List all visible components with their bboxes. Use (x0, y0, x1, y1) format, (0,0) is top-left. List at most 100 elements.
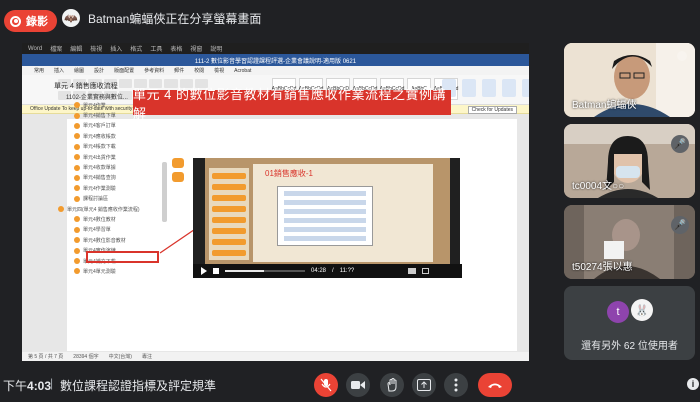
separator: | (50, 376, 54, 390)
muted-mic-icon: 🎤 (671, 135, 689, 153)
tree-item-label: 單元4數位教材 (83, 216, 116, 223)
hand-icon (387, 378, 397, 392)
mac-menu-item: Word (28, 45, 43, 52)
video-progress[interactable] (225, 270, 305, 272)
volume-icon[interactable] (408, 268, 417, 274)
tree-item-label: 單元4客戶訂單 (83, 123, 116, 130)
video-controls: 04:28 / 11:?? (193, 264, 462, 278)
participant-tile[interactable]: 🎤 t50274張以惠 (564, 205, 695, 279)
tree-item[interactable]: 單元4銷售查詢 (58, 173, 178, 183)
recording-label: 錄影 (26, 16, 48, 28)
doc-heading: 單元 4 銷售應收流程 (54, 83, 118, 90)
participant-name: tc0004文○○ (572, 181, 625, 192)
bullet-icon (74, 185, 80, 192)
bullet-icon (74, 174, 80, 181)
tree-item[interactable]: 單元4收款單據 (58, 162, 178, 172)
recording-indicator[interactable]: 錄影 (4, 10, 57, 32)
tree-item-label: 單元4作業... (83, 102, 110, 109)
more-options-button[interactable] (444, 373, 468, 397)
tree-item-label: 單元4單元測驗 (83, 268, 116, 275)
participant-avatar: 🐰 (631, 299, 653, 321)
video-time-total: 11:?? (339, 268, 355, 274)
check-updates-button: Check for Updates (467, 106, 517, 114)
ribbon-tab: 繪圖 (74, 68, 85, 74)
bullet-icon (58, 206, 64, 213)
tree-item-label: 單元四(單元4 銷售應收作業流程) (67, 206, 140, 213)
selection-highlight (86, 251, 159, 263)
participant-avatar: t (607, 301, 629, 323)
callout-banner: 單元 4 的數位影音教材有銷售應收作業流程之實例講解 (133, 87, 451, 121)
tree-item[interactable]: 單元4作業測驗 (58, 183, 178, 193)
ribbon-tab: 常用 (34, 68, 45, 74)
tree-item[interactable]: 單元4客戶訂單 (58, 121, 178, 131)
side-tool-icon (172, 158, 184, 168)
bullet-icon (74, 237, 80, 244)
phone-hangup-icon (488, 383, 502, 388)
ribbon-tab: Acrobat (234, 67, 252, 74)
present-button[interactable] (412, 373, 436, 397)
info-icon[interactable]: i (687, 378, 699, 390)
ribbon-tab: 郵件 (174, 68, 185, 74)
status-item: 專注 (141, 354, 152, 360)
status-item: 28394 個字 (73, 354, 99, 360)
recording-icon (10, 15, 21, 27)
slide-screenshot (277, 186, 373, 246)
video-player[interactable]: 01銷售應收-1 04:28 / 11:?? (193, 158, 462, 278)
top-bar: 錄影 🦇 Batman蝙蝠俠正在分享螢幕畫面 (0, 0, 700, 40)
more-vert-icon (454, 378, 458, 392)
tree-item-selected[interactable]: 單元4數位影音教材 (58, 235, 178, 245)
mac-menu-item: 檢視 (90, 47, 103, 53)
ribbon-tabs: 常用 插入 繪圖 設計 版面配置 參考資料 郵件 校閱 檢視 Acrobat (22, 66, 529, 75)
video-frame: 01銷售應收-1 (205, 158, 450, 266)
tree-item[interactable]: 單元4帳款下載 (58, 142, 178, 152)
raise-hand-button[interactable] (380, 373, 404, 397)
bullet-icon (74, 143, 80, 150)
ribbon-tab: 插入 (54, 68, 65, 74)
present-icon (417, 379, 431, 391)
word-title-bar: 111-2 數位影音學習認證課程評選-企業會議說明-適用版 0621 (22, 54, 529, 66)
others-count-label: 還有另外 62 位使用者 (581, 341, 678, 352)
bullet-icon (74, 154, 80, 161)
tree-item[interactable]: 單元4數位教材 (58, 214, 178, 224)
bullet-icon (74, 102, 80, 109)
play-icon[interactable] (201, 267, 207, 275)
mic-off-icon (320, 378, 332, 392)
mac-menu-item: 視窗 (190, 47, 203, 53)
participant-name: Batman蝙蝠俠 (572, 100, 637, 111)
stop-icon[interactable] (213, 268, 219, 274)
tree-item[interactable]: 單元4出貨作業 (58, 152, 178, 162)
clock-time: 4:03 (27, 379, 52, 393)
bullet-icon (74, 133, 80, 140)
side-tool-icon (172, 172, 184, 182)
status-item: 第 5 頁 / 共 7 頁 (28, 354, 64, 360)
word-status-bar: 第 5 頁 / 共 7 頁 28394 個字 中文(台灣) 專注 (22, 352, 529, 361)
tree-item-label: 課程討論區 (83, 196, 109, 203)
doc-scrollbar (162, 162, 167, 222)
hang-up-button[interactable] (478, 373, 512, 397)
mic-button[interactable] (314, 373, 338, 397)
mac-menu-item: 格式 (130, 47, 143, 53)
mac-menu-item: 表格 (170, 47, 183, 53)
camera-button[interactable] (346, 373, 370, 397)
fullscreen-icon[interactable] (422, 268, 430, 274)
slide-sidebar (209, 168, 249, 260)
tree-item[interactable]: 課程討論區 (58, 194, 178, 204)
bullet-icon (74, 247, 80, 254)
bottom-bar: 下午4:03 | 數位課程認證指標及評定規準 i (0, 362, 700, 402)
presenter-info: 🦇 Batman蝙蝠俠正在分享螢幕畫面 (62, 9, 261, 27)
tree-item[interactable]: 單元四(單元4 銷售應收作業流程) (58, 204, 178, 214)
tree-item[interactable]: 單元4應收帳款 (58, 131, 178, 141)
ribbon-tab: 參考資料 (144, 68, 165, 74)
participant-tile[interactable]: Batman蝙蝠俠 (564, 43, 695, 117)
tree-item-label: 單元4帳款下載 (83, 144, 116, 151)
tree-item-label: 單元4銷售下單 (83, 113, 116, 120)
bullet-icon (74, 268, 80, 275)
participant-tile[interactable]: 🎤 tc0004文○○ (564, 124, 695, 198)
presenter-avatar: 🦇 (62, 9, 80, 27)
other-participants-tile[interactable]: t 🐰 還有另外 62 位使用者 (564, 286, 695, 360)
tile-menu-icon[interactable] (677, 51, 687, 61)
tree-item[interactable]: 單元4學習單 (58, 225, 178, 235)
tree-item[interactable]: 單元4單元測驗 (58, 266, 178, 276)
bullet-icon (74, 258, 80, 265)
ribbon-tab: 版面配置 (114, 68, 135, 74)
